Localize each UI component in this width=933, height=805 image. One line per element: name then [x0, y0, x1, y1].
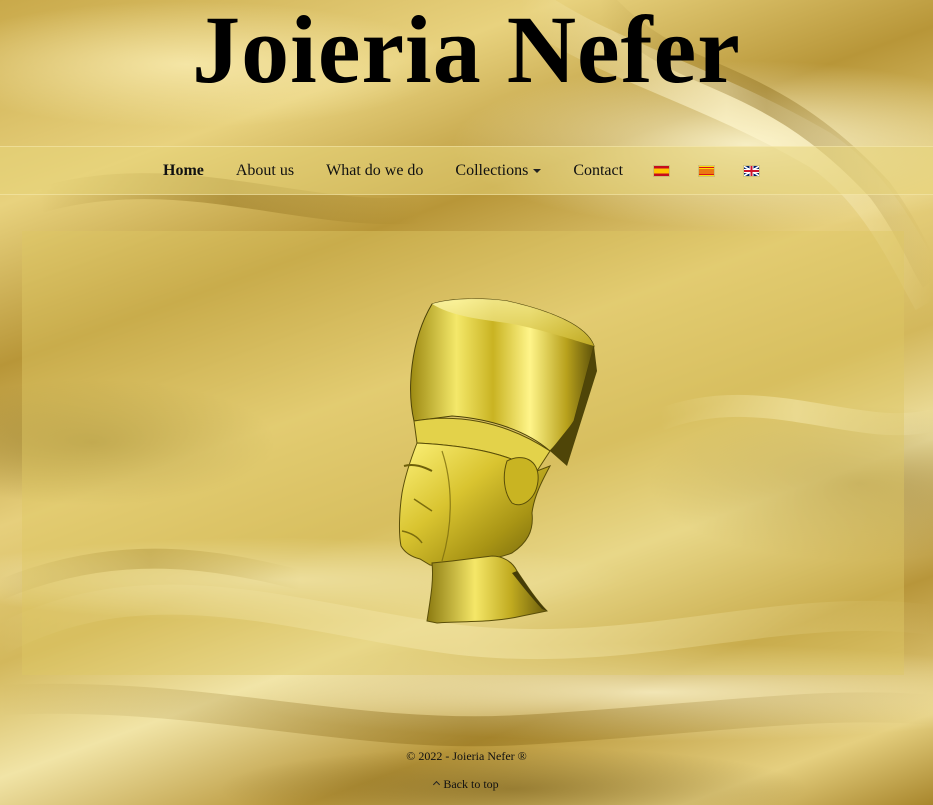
nav-item-collections[interactable]: Collections	[439, 147, 557, 194]
back-to-top-link[interactable]: Back to top	[0, 777, 933, 792]
nav-menu: Home About us What do we do Collections …	[147, 147, 774, 194]
catalonia-flag-icon[interactable]	[699, 165, 715, 176]
uk-flag-icon[interactable]	[744, 165, 760, 176]
site-title: Joieria Nefer	[192, 0, 741, 103]
main-content-panel	[22, 231, 904, 675]
nav-item-contact[interactable]: Contact	[557, 147, 639, 194]
spain-flag-icon[interactable]	[654, 165, 670, 176]
nav-item-home[interactable]: Home	[147, 147, 220, 194]
nav-item-collections-label: Collections	[455, 162, 529, 179]
footer-copyright: © 2022 - Joieria Nefer ®	[406, 749, 527, 763]
back-to-top-label: Back to top	[443, 777, 499, 791]
caret-down-icon	[533, 169, 542, 174]
chevron-up-icon	[433, 780, 441, 789]
nav-item-about-us[interactable]: About us	[220, 147, 310, 194]
nav-item-what-do-we-do[interactable]: What do we do	[310, 147, 439, 194]
main-navbar: Home About us What do we do Collections …	[0, 146, 933, 195]
nefertiti-bust-image	[398, 298, 597, 624]
